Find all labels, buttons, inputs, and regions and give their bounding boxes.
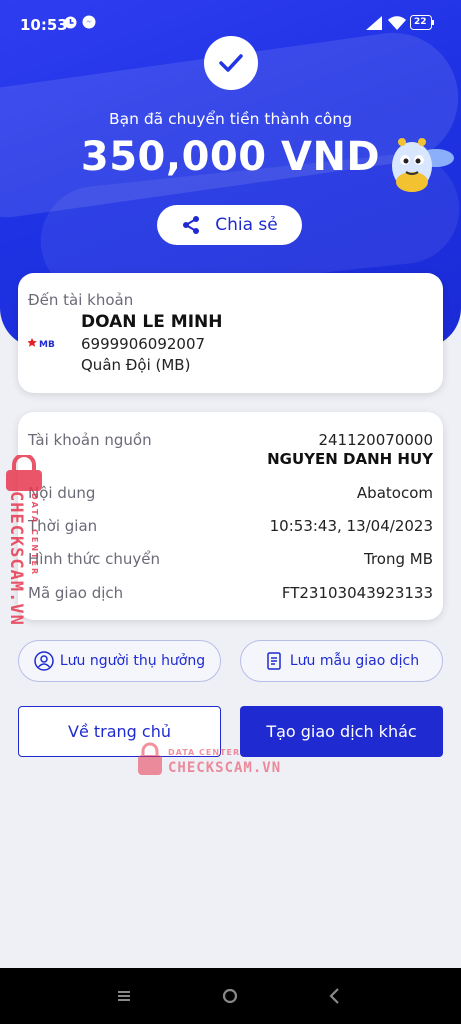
source-account-number: 241120070000: [318, 431, 433, 449]
bee-mascot-icon: [378, 130, 458, 214]
transaction-details-card: Tài khoản nguồn 241120070000 NGUYEN DANH…: [18, 412, 443, 620]
destination-card: Đến tài khoản MB DOAN LE MINH 6999906092…: [18, 273, 443, 393]
clock-icon: [64, 15, 77, 33]
new-transaction-label: Tạo giao dịch khác: [266, 722, 417, 741]
document-icon: [267, 652, 281, 670]
lock-icon: [6, 453, 42, 491]
back-icon[interactable]: [328, 987, 340, 1009]
lock-icon: [138, 742, 162, 775]
messenger-icon: [82, 15, 96, 33]
time-value: 10:53:43, 13/04/2023: [269, 517, 433, 535]
source-account-label: Tài khoản nguồn: [28, 431, 152, 449]
signal-icon: [366, 16, 382, 34]
home-button-label: Về trang chủ: [68, 722, 171, 741]
mb-bank-logo: MB: [27, 335, 58, 354]
watermark-side-text: CHECKSCAM.VN: [6, 491, 26, 626]
save-beneficiary-button[interactable]: Lưu người thụ hưởng: [18, 640, 221, 682]
success-badge: [204, 36, 258, 90]
wifi-icon: [388, 16, 406, 34]
content-value: Abatocom: [356, 484, 433, 502]
share-label: Chia sẻ: [215, 215, 278, 235]
system-nav-bar: [0, 968, 461, 1024]
battery-level: 22: [414, 17, 427, 27]
watermark-side-sub: DATA CENTER: [30, 493, 39, 577]
watermark-center-text: CHECKSCAM.VN: [168, 760, 282, 776]
status-time: 10:53: [20, 16, 68, 34]
success-message: Bạn đã chuyển tiền thành công: [108, 110, 353, 128]
mb-logo-text: MB: [39, 340, 55, 350]
save-template-label: Lưu mẫu giao dịch: [289, 653, 420, 669]
recipient-bank: Quân Đội (MB): [81, 356, 191, 374]
home-nav-icon[interactable]: [221, 987, 239, 1009]
watermark-center: DATA CENTER CHECKSCAM.VN: [136, 742, 296, 782]
source-account-name: NGUYEN DANH HUY: [267, 450, 433, 468]
save-template-button[interactable]: Lưu mẫu giao dịch: [240, 640, 443, 682]
recipient-account: 6999906092007: [81, 335, 206, 353]
watermark-center-sub: DATA CENTER: [168, 748, 241, 757]
check-icon: [219, 54, 243, 72]
method-value: Trong MB: [363, 550, 433, 568]
save-beneficiary-label: Lưu người thụ hưởng: [59, 653, 206, 669]
recents-icon[interactable]: [116, 988, 132, 1008]
share-button[interactable]: Chia sẻ: [157, 205, 302, 245]
watermark-side: CHECKSCAM.VN DATA CENTER: [2, 453, 48, 655]
recipient-name: DOAN LE MINH: [81, 312, 223, 332]
txn-id-value: FT23103043923133: [281, 584, 433, 602]
share-icon: [183, 216, 200, 234]
destination-label: Đến tài khoản: [28, 291, 134, 309]
